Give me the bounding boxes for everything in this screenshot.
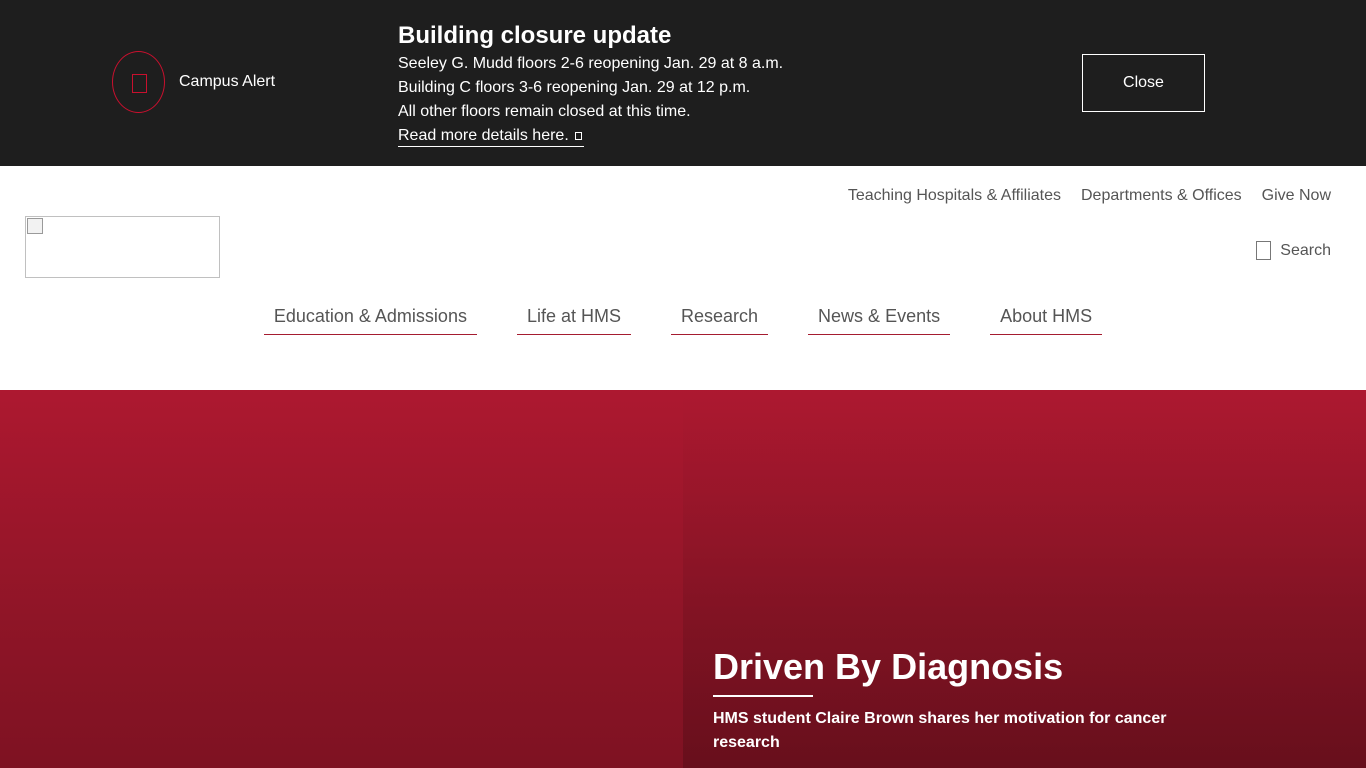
search-button[interactable]: Search xyxy=(1256,241,1331,260)
nav-news-events[interactable]: News & Events xyxy=(808,306,951,335)
broken-image-icon xyxy=(27,218,43,234)
nav-about-hms[interactable]: About HMS xyxy=(990,306,1103,335)
hero-title[interactable]: Driven By Diagnosis xyxy=(713,646,1063,688)
alert-read-more-text: Read more details here. xyxy=(398,127,569,144)
utility-link-give-now[interactable]: Give Now xyxy=(1262,187,1331,205)
campus-alert-banner: Campus Alert Building closure update See… xyxy=(0,0,1366,166)
utility-link-teaching-hospitals[interactable]: Teaching Hospitals & Affiliates xyxy=(848,187,1061,205)
alert-line: All other floors remain closed at this t… xyxy=(398,103,691,120)
alert-line: Building C floors 3-6 reopening Jan. 29 … xyxy=(398,79,751,96)
alert-label: Campus Alert xyxy=(179,73,276,90)
main-nav: Education & Admissions Life at HMS Resea… xyxy=(0,306,1366,335)
utility-nav: Teaching Hospitals & Affiliates Departme… xyxy=(848,187,1331,205)
alert-glyph xyxy=(132,74,147,93)
alert-title: Building closure update xyxy=(398,22,672,49)
alert-icon xyxy=(112,51,165,113)
nav-life-at-hms[interactable]: Life at HMS xyxy=(516,306,631,335)
hero-subtitle: HMS student Claire Brown shares her moti… xyxy=(713,710,1167,751)
search-label: Search xyxy=(1280,241,1331,259)
external-link-icon xyxy=(574,132,582,140)
alert-line: Seeley G. Mudd floors 2-6 reopening Jan.… xyxy=(398,55,784,72)
search-icon xyxy=(1256,241,1272,260)
utility-link-departments[interactable]: Departments & Offices xyxy=(1081,187,1242,205)
alert-close-button[interactable]: Close xyxy=(1082,54,1205,112)
nav-education-admissions[interactable]: Education & Admissions xyxy=(263,306,477,335)
site-logo[interactable] xyxy=(25,216,220,278)
hero-divider xyxy=(713,695,813,697)
nav-research[interactable]: Research xyxy=(671,306,769,335)
alert-read-more-link[interactable]: Read more details here. xyxy=(398,126,584,147)
